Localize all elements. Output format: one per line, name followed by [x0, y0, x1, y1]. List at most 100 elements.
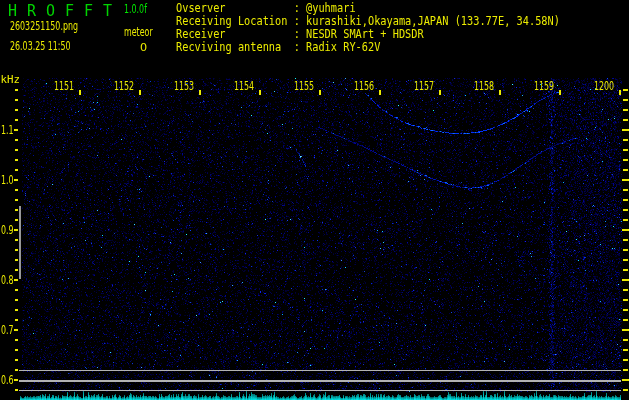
y-major-tick-right: [622, 379, 629, 381]
y-minor-tick-left: [15, 309, 18, 311]
y-minor-tick-left: [15, 99, 18, 101]
y-minor-tick-left: [15, 139, 18, 141]
y-tick-label: 0.6: [1, 374, 14, 386]
x-tick-label: 1155: [294, 80, 314, 92]
x-tick-label: 1152: [114, 80, 134, 92]
y-minor-tick-right: [623, 169, 628, 171]
info-value: Radix RY-62V: [306, 39, 380, 54]
y-tick-label: 1.0: [1, 174, 14, 186]
x-tick-mark: [559, 90, 561, 95]
y-major-tick-right: [622, 229, 629, 231]
x-tick-label: 1200: [594, 80, 614, 92]
y-minor-tick-left: [15, 169, 18, 171]
x-tick-mark: [379, 90, 381, 95]
y-minor-tick-right: [623, 149, 628, 151]
y-minor-tick-right: [623, 109, 628, 111]
left-edge-marker-line: [19, 206, 21, 279]
y-minor-tick-right: [623, 389, 628, 391]
y-minor-tick-left: [15, 299, 18, 301]
y-major-tick-right: [622, 179, 629, 181]
y-major-tick-left: [14, 279, 19, 281]
level-reference-line: [19, 370, 621, 372]
y-tick-label: 1.1: [1, 124, 14, 136]
spectrogram-canvas: [0, 0, 629, 400]
y-minor-tick-right: [623, 219, 628, 221]
observation-mode-label: meteor: [124, 26, 153, 38]
y-minor-tick-right: [623, 89, 628, 91]
y-minor-tick-right: [623, 299, 628, 301]
y-minor-tick-right: [623, 349, 628, 351]
y-minor-tick-left: [15, 89, 18, 91]
y-minor-tick-right: [623, 319, 628, 321]
y-minor-tick-left: [15, 349, 18, 351]
y-minor-tick-right: [623, 369, 628, 371]
y-minor-tick-left: [15, 289, 18, 291]
x-tick-label: 1156: [354, 80, 374, 92]
y-minor-tick-left: [15, 119, 18, 121]
y-major-tick-right: [622, 329, 629, 331]
x-tick-mark: [619, 90, 621, 95]
y-minor-tick-left: [15, 269, 18, 271]
y-minor-tick-right: [623, 139, 628, 141]
x-tick-mark: [199, 90, 201, 95]
y-minor-tick-right: [623, 199, 628, 201]
y-minor-tick-left: [15, 239, 18, 241]
y-minor-tick-left: [15, 339, 18, 341]
x-tick-mark: [319, 90, 321, 95]
x-tick-mark: [139, 90, 141, 95]
y-tick-label: 0.9: [1, 224, 14, 236]
y-minor-tick-left: [15, 159, 18, 161]
hrofft-screen: HROFFT 1.0.0f 2603251150.png meteor 26.0…: [0, 0, 629, 400]
x-tick-mark: [79, 90, 81, 95]
x-tick-label: 1153: [174, 80, 194, 92]
y-major-tick-right: [622, 129, 629, 131]
y-major-tick-left: [14, 379, 19, 381]
x-tick-label: 1154: [234, 80, 254, 92]
y-minor-tick-right: [623, 269, 628, 271]
y-tick-label: 0.8: [1, 274, 14, 286]
y-minor-tick-left: [15, 259, 18, 261]
y-tick-label: 0.7: [1, 324, 14, 336]
echo-count: 0: [140, 42, 147, 53]
y-minor-tick-left: [15, 359, 18, 361]
y-minor-tick-left: [15, 199, 18, 201]
y-minor-tick-right: [623, 309, 628, 311]
y-major-tick-right: [622, 279, 629, 281]
app-title: HROFFT: [8, 4, 122, 19]
y-minor-tick-right: [623, 339, 628, 341]
y-minor-tick-left: [15, 209, 18, 211]
x-tick-mark: [259, 90, 261, 95]
y-minor-tick-left: [15, 109, 18, 111]
y-major-tick-left: [14, 329, 19, 331]
y-minor-tick-right: [623, 119, 628, 121]
y-minor-tick-left: [15, 319, 18, 321]
y-minor-tick-right: [623, 259, 628, 261]
khz-unit-label: kHz: [1, 74, 21, 85]
y-minor-tick-right: [623, 359, 628, 361]
x-tick-mark: [499, 90, 501, 95]
info-label: Recviving antenna: [176, 39, 287, 54]
y-major-tick-left: [14, 179, 19, 181]
y-minor-tick-right: [623, 289, 628, 291]
info-separator: :: [287, 39, 306, 54]
x-tick-label: 1158: [474, 80, 494, 92]
level-reference-line: [19, 380, 621, 382]
y-minor-tick-left: [15, 369, 18, 371]
y-minor-tick-left: [15, 189, 18, 191]
file-name: 2603251150.png: [10, 20, 78, 32]
y-minor-tick-left: [15, 219, 18, 221]
y-minor-tick-right: [623, 209, 628, 211]
y-minor-tick-right: [623, 99, 628, 101]
x-tick-label: 1151: [54, 80, 74, 92]
y-minor-tick-right: [623, 159, 628, 161]
y-minor-tick-left: [15, 149, 18, 151]
y-minor-tick-left: [15, 389, 18, 391]
x-tick-mark: [439, 90, 441, 95]
x-tick-label: 1157: [414, 80, 434, 92]
y-minor-tick-right: [623, 249, 628, 251]
date-time: 26.03.25 11:50: [10, 40, 71, 52]
y-minor-tick-right: [623, 239, 628, 241]
y-minor-tick-left: [15, 249, 18, 251]
y-major-tick-left: [14, 129, 19, 131]
y-minor-tick-right: [623, 189, 628, 191]
